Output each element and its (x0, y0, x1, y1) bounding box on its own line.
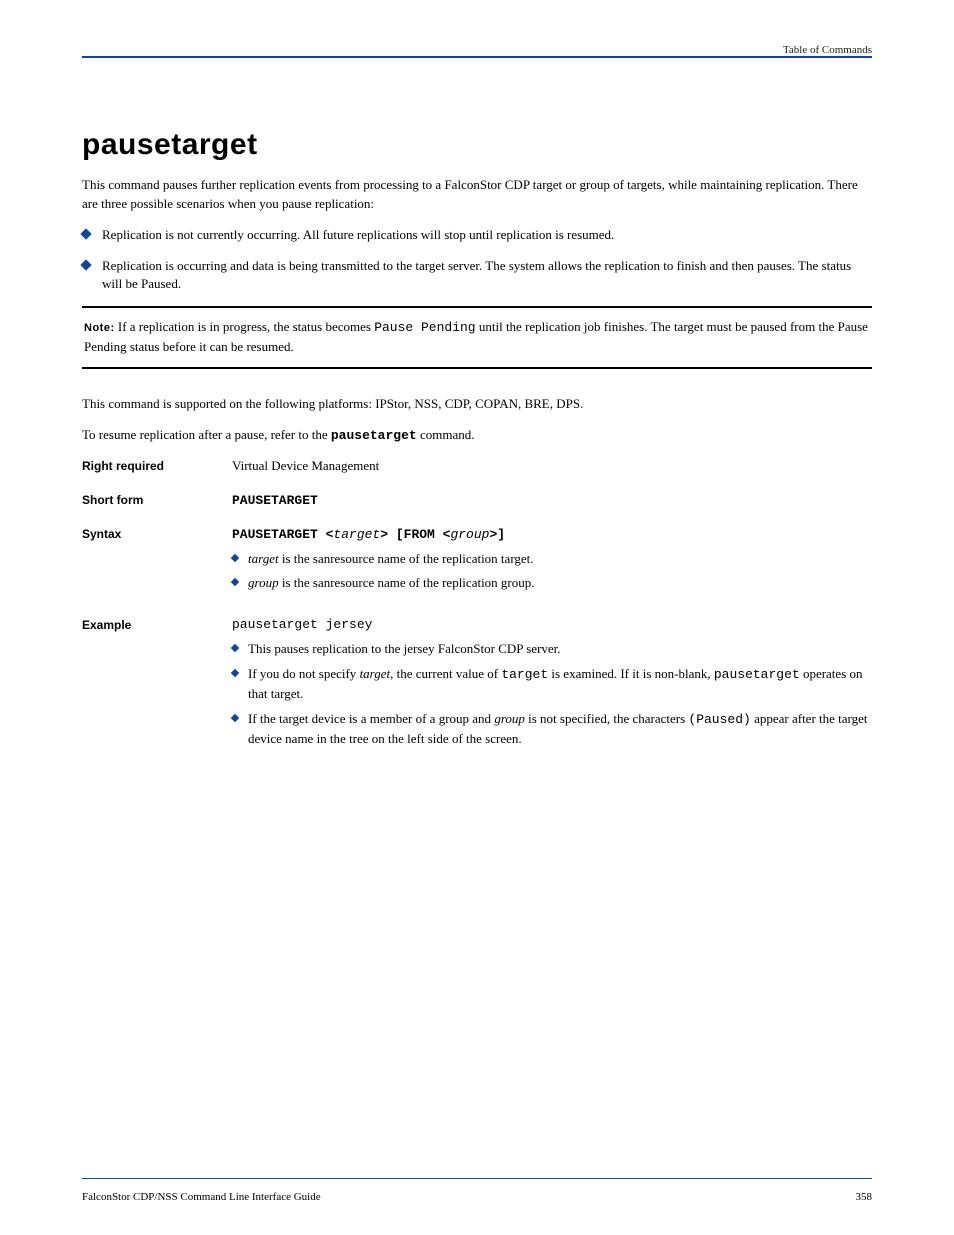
supports-lead: This command is supported on the followi… (82, 396, 375, 411)
diamond-icon (80, 259, 91, 270)
example-bullet-text: This pauses replication to the jersey Fa… (248, 640, 561, 659)
note-label: Note: (84, 322, 115, 334)
note-code: Pause Pending (374, 320, 475, 335)
bullet-text: Replication is not currently occurring. … (102, 226, 614, 245)
def-label: Example (82, 617, 232, 754)
syntax-bullet: target is the sanresource name of the re… (232, 550, 872, 569)
tip-code: pausetarget (331, 428, 417, 443)
def-body: PAUSETARGET (232, 492, 872, 508)
diamond-icon (231, 553, 239, 561)
def-label: Short form (82, 492, 232, 508)
def-body: Virtual Device Management (232, 458, 872, 474)
diamond-icon (231, 644, 239, 652)
tip-paragraph: To resume replication after a pause, ref… (82, 426, 872, 446)
example-bullet-text: If the target device is a member of a gr… (248, 710, 872, 749)
tip-after: command. (417, 427, 475, 442)
def-row-shortform: Short form PAUSETARGET (82, 492, 872, 508)
note-text-before: If a replication is in progress, the sta… (118, 319, 374, 334)
command-title: pausetarget (82, 128, 872, 162)
top-rule (82, 56, 872, 58)
example-bullet: If the target device is a member of a gr… (232, 710, 872, 749)
def-row-example: Example pausetarget jersey This pauses r… (82, 617, 872, 754)
note-box: Note: If a replication is in progress, t… (82, 306, 872, 369)
def-label: Right required (82, 458, 232, 474)
def-body: pausetarget jersey This pauses replicati… (232, 617, 872, 754)
syntax-line: PAUSETARGET <target> [FROM <group>] (232, 526, 872, 542)
def-label: Syntax (82, 526, 232, 600)
def-row-rights: Right required Virtual Device Management (82, 458, 872, 474)
supports-platforms: IPStor, NSS, CDP, COPAN, BRE, DPS. (375, 396, 583, 411)
diamond-icon (231, 714, 239, 722)
supports-paragraph: This command is supported on the followi… (82, 395, 872, 414)
diamond-icon (231, 578, 239, 586)
example-bullet: This pauses replication to the jersey Fa… (232, 640, 872, 659)
bottom-rule (82, 1178, 872, 1179)
bullet-item: Replication is not currently occurring. … (82, 226, 872, 245)
syntax-bullet-text: group is the sanresource name of the rep… (248, 574, 535, 593)
syntax-bullet-text: target is the sanresource name of the re… (248, 550, 534, 569)
tip-before: To resume replication after a pause, ref… (82, 427, 331, 442)
page-footer: FalconStor CDP/NSS Command Line Interfac… (82, 1191, 872, 1203)
header-text: Table of Commands (783, 44, 872, 56)
syntax-bullet: group is the sanresource name of the rep… (232, 574, 872, 593)
page-header: Table of Commands (82, 44, 872, 56)
def-row-syntax: Syntax PAUSETARGET <target> [FROM <group… (82, 526, 872, 600)
intro-paragraph: This command pauses further replication … (82, 176, 872, 214)
diamond-icon (231, 669, 239, 677)
diamond-icon (80, 228, 91, 239)
bullet-item: Replication is occurring and data is bei… (82, 257, 872, 295)
def-body: PAUSETARGET <target> [FROM <group>] targ… (232, 526, 872, 600)
example-code: pausetarget jersey (232, 617, 872, 632)
example-bullet-text: If you do not specify target, the curren… (248, 665, 872, 704)
footer-left: FalconStor CDP/NSS Command Line Interfac… (82, 1191, 321, 1203)
footer-right: 358 (856, 1191, 873, 1203)
shortform-value: PAUSETARGET (232, 493, 318, 508)
bullet-text: Replication is occurring and data is bei… (102, 257, 872, 295)
example-bullet: If you do not specify target, the curren… (232, 665, 872, 704)
